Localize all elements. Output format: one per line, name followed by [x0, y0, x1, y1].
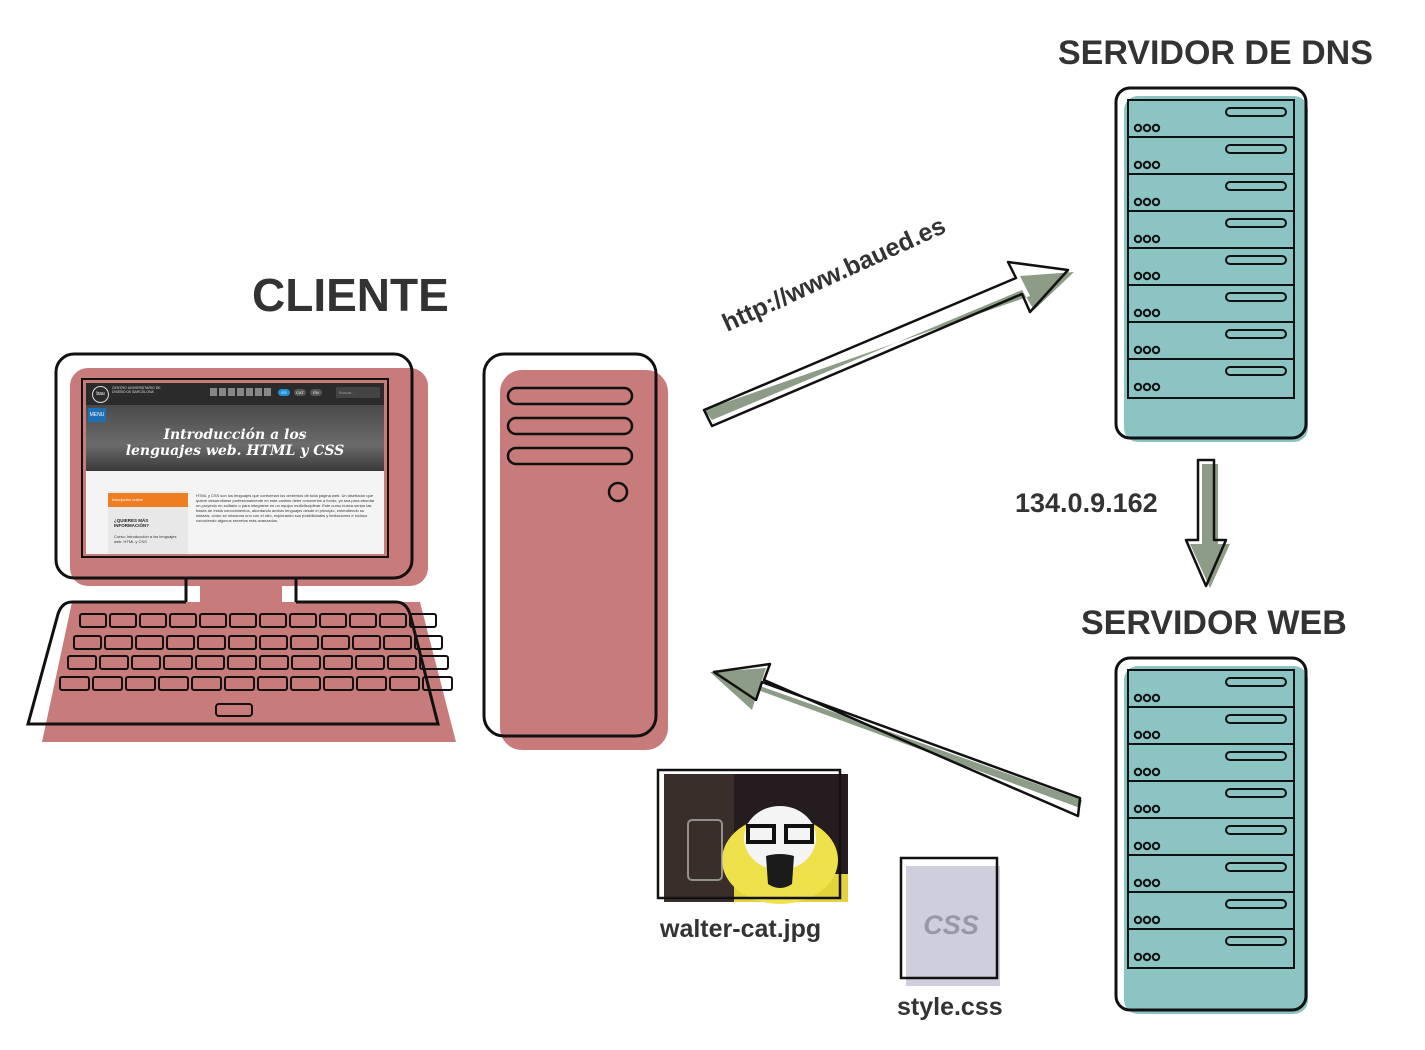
site-signup-button: Inscripción online — [108, 493, 188, 507]
site-hero-title: Introducción a los lenguajes web. HTML y… — [86, 427, 384, 459]
social-icons — [210, 388, 272, 396]
site-sidebar-text: Curso: Introducción a los lenguajes web.… — [114, 534, 177, 544]
css-file-icon: CSS — [899, 856, 1000, 986]
web-server-icon — [1114, 656, 1308, 1014]
css-file-label: style.css — [897, 993, 1003, 1021]
site-menu-button: MENU — [88, 408, 106, 422]
css-file-icon-text: CSS — [923, 910, 979, 940]
site-org-name: CENTRO UNIVERSITARIO DE DISEÑO DE BARCEL… — [112, 386, 161, 394]
request-arrow — [702, 260, 1074, 428]
site-logo: bau — [92, 386, 109, 403]
ip-address-label: 134.0.9.162 — [1015, 488, 1158, 518]
lang-en: EN — [310, 389, 322, 396]
lang-es: ES — [278, 389, 290, 396]
site-body-text: HTML y CSS son los lenguajes que conform… — [196, 493, 375, 523]
lang-cat: CAT — [294, 389, 306, 396]
walter-cat-photo — [656, 768, 848, 904]
image-file-label: walter-cat.jpg — [660, 915, 822, 943]
desktop-tower-icon — [482, 352, 668, 750]
site-sidebar-heading: ¿QUIERES MÁS INFORMACIÓN? — [114, 518, 149, 528]
laptop-screen: bau CENTRO UNIVERSITARIO DE DISEÑO DE BA… — [86, 383, 384, 554]
dns-response-arrow — [1184, 458, 1230, 588]
site-hero-title-line2: lenguajes web. HTML y CSS — [125, 443, 345, 459]
site-search: Buscar... — [336, 387, 380, 398]
site-hero-title-line1: Introducción a los — [163, 427, 307, 443]
dns-server-icon — [1114, 86, 1308, 442]
